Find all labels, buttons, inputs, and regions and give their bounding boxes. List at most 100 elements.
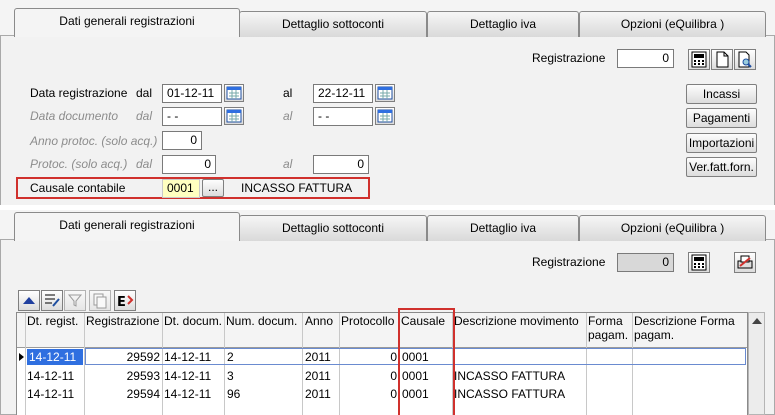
- data-doc-from-calendar-button[interactable]: [224, 107, 244, 125]
- col-header-num-docum[interactable]: Num. docum.: [226, 314, 302, 328]
- row3-dt-regist[interactable]: 14-12-11: [27, 386, 83, 402]
- filter-button[interactable]: [64, 290, 86, 311]
- calculator-button[interactable]: [688, 49, 710, 70]
- protoc-al-label: al: [283, 157, 293, 171]
- print-button[interactable]: [734, 252, 756, 273]
- calendar-icon: [377, 109, 393, 123]
- scroll-up-arrow[interactable]: [752, 318, 762, 324]
- col-header-registrazione[interactable]: Registrazione: [86, 314, 161, 328]
- copy-icon: [93, 293, 107, 309]
- row2-descrizione[interactable]: INCASSO FATTURA: [454, 368, 586, 384]
- row2-dt-docum[interactable]: 14-12-11: [164, 368, 224, 384]
- grid-scrollbar[interactable]: [748, 312, 765, 415]
- tab-top-dati-generali[interactable]: Dati generali registrazioni: [14, 8, 240, 37]
- row3-protocollo[interactable]: 0: [341, 386, 397, 402]
- causale-column-highlight: [398, 308, 455, 415]
- anno-protoc-label: Anno protoc. (solo acq.): [30, 134, 158, 148]
- sort-up-button[interactable]: [18, 290, 40, 311]
- data-documento-label: Data documento: [30, 109, 119, 123]
- svg-text:E: E: [117, 295, 126, 310]
- data-reg-from-calendar-button[interactable]: [224, 84, 244, 102]
- calendar-icon: [226, 86, 242, 100]
- row1-anno[interactable]: 2011: [305, 349, 339, 365]
- bottom-registrazione-label: Registrazione: [532, 255, 606, 269]
- row1-num-docum[interactable]: 2: [227, 349, 301, 365]
- protoc-dal-label: dal: [136, 157, 153, 171]
- tab-bottom-dettaglio-iva[interactable]: Dettaglio iva: [427, 215, 579, 241]
- col-header-forma-pagam[interactable]: Forma pagam.: [588, 314, 630, 342]
- incassi-button[interactable]: Incassi: [686, 84, 757, 104]
- col-header-dt-regist[interactable]: Dt. regist.: [27, 314, 83, 328]
- row3-num-docum[interactable]: 96: [227, 386, 301, 402]
- sort-up-icon: [23, 297, 35, 304]
- row2-num-docum[interactable]: 3: [227, 368, 301, 384]
- row3-registrazione[interactable]: 29594: [86, 386, 160, 402]
- row-pointer-icon: [19, 353, 24, 361]
- calendar-icon: [226, 109, 242, 123]
- protoc-to-field[interactable]: 0: [313, 155, 369, 174]
- tab-top-opzioni[interactable]: Opzioni (eQuilibra ): [579, 11, 766, 37]
- search-doc-icon: [738, 51, 752, 68]
- col-header-protocollo[interactable]: Protocollo: [341, 314, 399, 328]
- importazioni-button[interactable]: Importazioni: [686, 133, 757, 153]
- tab-top-dettaglio-sottoconti[interactable]: Dettaglio sottoconti: [239, 11, 427, 37]
- search-doc-button[interactable]: [734, 49, 756, 70]
- export-button[interactable]: E: [114, 290, 136, 311]
- causale-browse-button[interactable]: ...: [202, 179, 224, 197]
- protoc-from-field[interactable]: 0: [162, 155, 216, 174]
- registrazione-field[interactable]: 0: [617, 49, 674, 68]
- col-header-anno[interactable]: Anno: [305, 314, 339, 328]
- row1-descrizione[interactable]: [454, 349, 586, 365]
- pagamenti-button[interactable]: Pagamenti: [686, 108, 757, 128]
- data-doc-to-calendar-button[interactable]: [375, 107, 395, 125]
- copy-button[interactable]: [89, 290, 111, 311]
- row2-anno[interactable]: 2011: [305, 368, 339, 384]
- tab-top-dettaglio-iva[interactable]: Dettaglio iva: [427, 11, 579, 37]
- row1-protocollo[interactable]: 0: [341, 349, 397, 365]
- data-registrazione-label: Data registrazione: [30, 86, 128, 100]
- data-doc-to-field[interactable]: - -: [313, 107, 373, 126]
- row2-registrazione[interactable]: 29593: [86, 368, 160, 384]
- data-reg-to-calendar-button[interactable]: [375, 84, 395, 102]
- col-header-descrizione-movimento[interactable]: Descrizione movimento: [454, 314, 586, 328]
- ver-fatt-forn-button[interactable]: Ver.fatt.forn.: [686, 157, 757, 177]
- bottom-registrazione-field: 0: [617, 253, 674, 272]
- col-header-dt-docum[interactable]: Dt. docum.: [164, 314, 224, 328]
- data-reg-to-field[interactable]: 22-12-11: [313, 84, 373, 103]
- row1-registrazione[interactable]: 29592: [86, 349, 160, 365]
- export-icon: E: [117, 295, 134, 310]
- print-icon: [737, 255, 753, 269]
- filter-icon: [67, 294, 83, 307]
- row2-dt-regist[interactable]: 14-12-11: [27, 368, 83, 384]
- data-doc-from-field[interactable]: - -: [162, 107, 222, 126]
- row2-protocollo[interactable]: 0: [341, 368, 397, 384]
- causale-contabile-label: Causale contabile: [30, 181, 126, 195]
- causale-code-field[interactable]: 0001: [162, 179, 200, 198]
- row3-dt-docum[interactable]: 14-12-11: [164, 386, 224, 402]
- row1-dt-docum[interactable]: 14-12-11: [164, 349, 224, 365]
- edit-list-button[interactable]: [41, 290, 63, 311]
- tab-bottom-dati-generali[interactable]: Dati generali registrazioni: [14, 212, 240, 241]
- tab-bottom-dettaglio-sottoconti[interactable]: Dettaglio sottoconti: [239, 215, 427, 241]
- new-doc-icon: [716, 51, 729, 68]
- data-reg-from-field[interactable]: 01-12-11: [162, 84, 222, 103]
- tab-bottom-opzioni[interactable]: Opzioni (eQuilibra ): [579, 215, 766, 241]
- data-documento-dal-label: dal: [136, 109, 153, 123]
- col-header-descrizione-forma-pagam[interactable]: Descrizione Forma pagam.: [634, 314, 746, 342]
- row3-descrizione[interactable]: INCASSO FATTURA: [454, 386, 586, 402]
- anno-protoc-field[interactable]: 0: [162, 131, 202, 150]
- causale-description: INCASSO FATTURA: [241, 181, 353, 195]
- row1-dt-regist[interactable]: 14-12-11: [27, 349, 83, 365]
- data-registrazione-dal-label: dal: [136, 86, 153, 100]
- calculator-icon: [691, 254, 707, 271]
- calculator-icon: [691, 51, 707, 68]
- row3-anno[interactable]: 2011: [305, 386, 339, 402]
- section-divider: [0, 205, 775, 210]
- calendar-icon: [377, 86, 393, 100]
- registrazione-label: Registrazione: [532, 51, 606, 65]
- edit-list-icon: [45, 294, 60, 307]
- bottom-calculator-button[interactable]: [688, 252, 710, 273]
- data-documento-al-label: al: [283, 109, 293, 123]
- new-doc-button[interactable]: [711, 49, 733, 70]
- data-registrazione-al-label: al: [283, 86, 293, 100]
